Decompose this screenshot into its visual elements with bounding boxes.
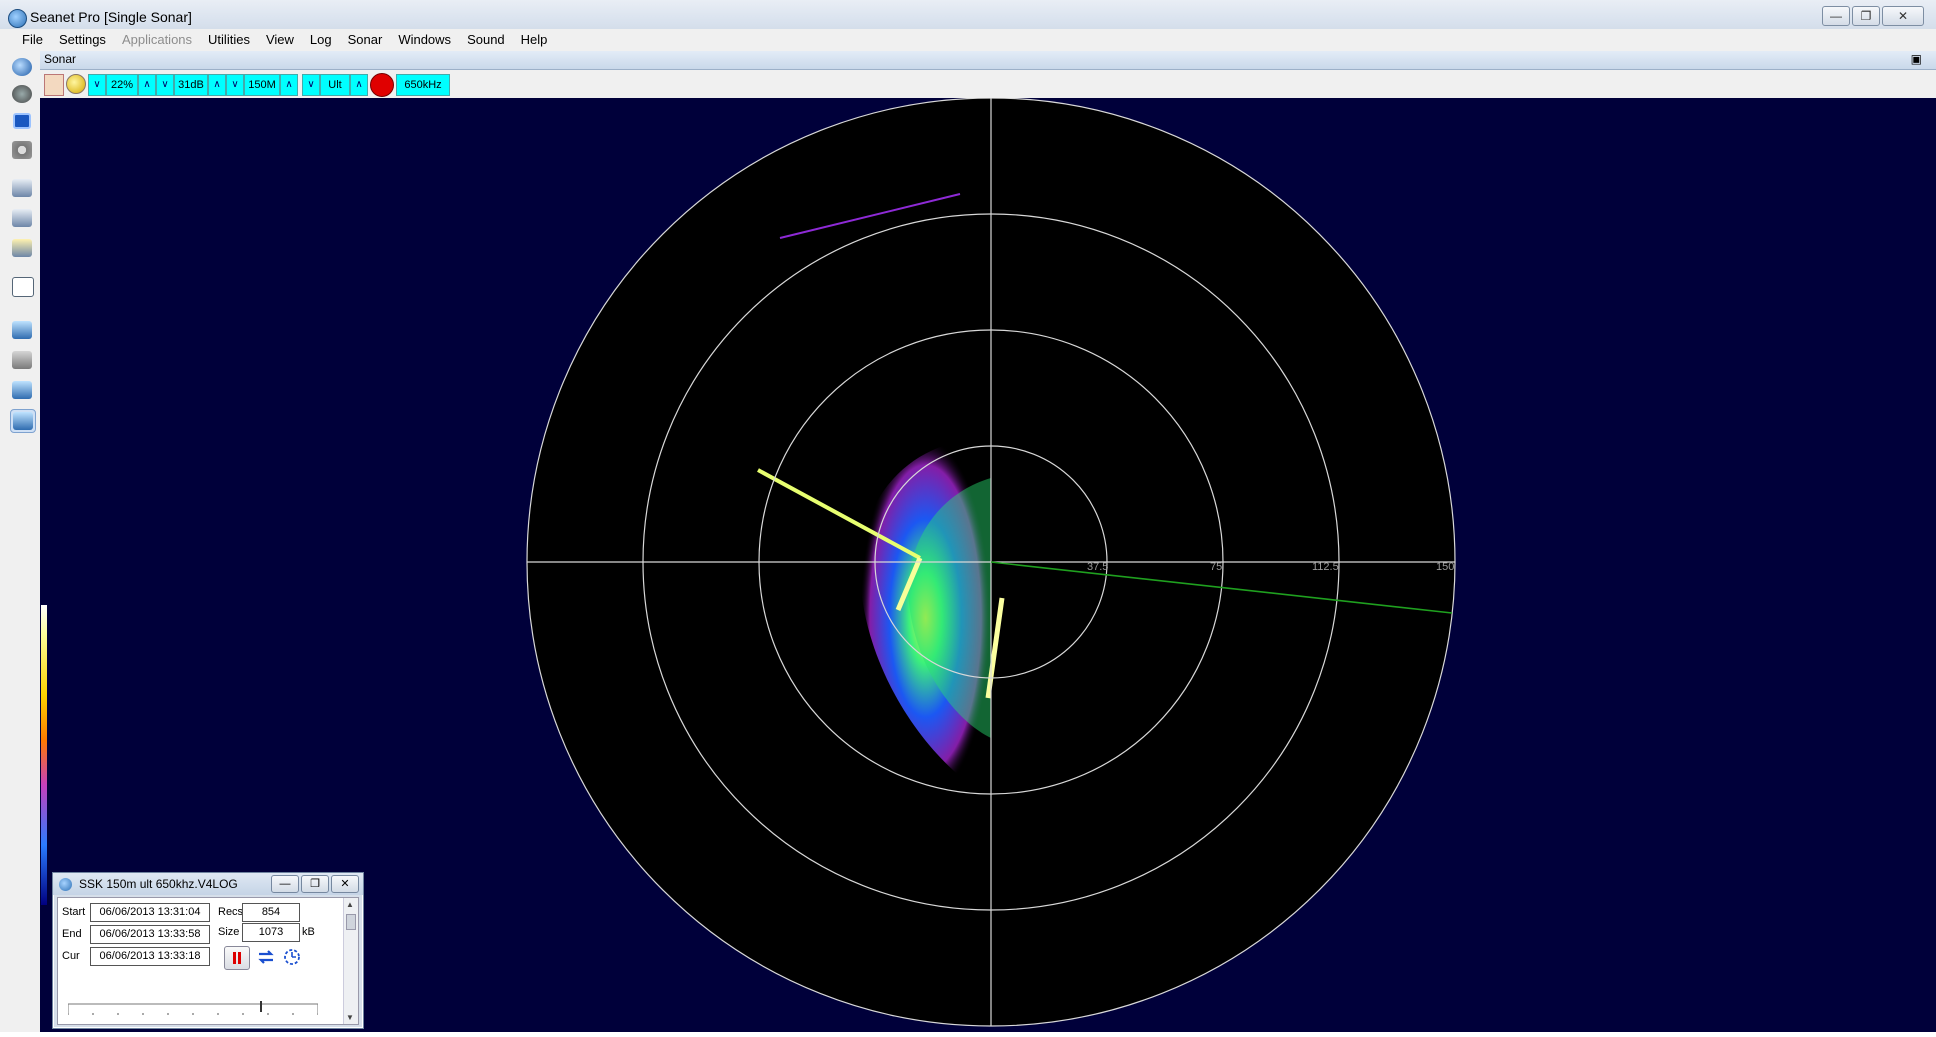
- end-label: End: [62, 928, 82, 940]
- frequency-value[interactable]: 650kHz: [396, 74, 450, 96]
- monitor-icon: [12, 351, 32, 369]
- cur-label: Cur: [62, 950, 80, 962]
- scroll-down-icon[interactable]: ▼: [346, 1013, 354, 1022]
- menu-settings[interactable]: Settings: [51, 31, 114, 49]
- pin-icon[interactable]: ▣: [1911, 52, 1922, 66]
- monitor-button-4[interactable]: [10, 409, 36, 433]
- log-close-button[interactable]: ✕: [331, 875, 359, 893]
- window-layout-button[interactable]: [10, 275, 34, 297]
- menu-bar: File Settings Applications Utilities Vie…: [0, 29, 1936, 51]
- intensity-color-bar: [41, 605, 47, 905]
- settings-icon: [12, 141, 32, 159]
- mode-down-button[interactable]: ∨: [302, 74, 320, 96]
- transducer-button[interactable]: [44, 74, 64, 96]
- log-window-title: SSK 150m ult 650khz.V4LOG: [79, 877, 238, 891]
- window-controls: — ❐ ✕: [1822, 6, 1924, 26]
- monitor-button-2[interactable]: [10, 349, 34, 371]
- play-icon: [12, 85, 32, 103]
- scroll-up-icon[interactable]: ▲: [346, 900, 354, 909]
- timer-button[interactable]: [280, 946, 304, 968]
- bulb-icon[interactable]: [66, 74, 86, 94]
- ring-label-1: 37.5: [1087, 561, 1108, 573]
- monitor-button-1[interactable]: [10, 319, 34, 341]
- size-field: 1073: [242, 923, 300, 942]
- contrast-value[interactable]: 31dB: [174, 74, 208, 96]
- loop-icon: [258, 950, 274, 964]
- loop-button[interactable]: [254, 946, 278, 968]
- log-window-titlebar[interactable]: SSK 150m ult 650khz.V4LOG — ❐ ✕: [53, 873, 363, 895]
- mode-up-button[interactable]: ∧: [350, 74, 368, 96]
- recs-field: 854: [242, 903, 300, 922]
- menu-view[interactable]: View: [258, 31, 302, 49]
- print-button-3[interactable]: [10, 237, 34, 259]
- range-down-button[interactable]: ∨: [226, 74, 244, 96]
- recs-label: Recs: [218, 906, 244, 918]
- menu-sonar[interactable]: Sonar: [340, 31, 391, 49]
- ring-label-2: 75: [1210, 561, 1222, 573]
- seanet-app-icon: [8, 9, 27, 28]
- end-time-field: 06/06/2013 13:33:58: [90, 925, 210, 944]
- stop-icon: [13, 113, 31, 129]
- range-up-button[interactable]: ∧: [280, 74, 298, 96]
- window-icon: [12, 277, 34, 297]
- gain-value[interactable]: 22%: [106, 74, 138, 96]
- monitor-icon: [12, 381, 32, 399]
- monitor-icon: [13, 412, 33, 430]
- menu-applications[interactable]: Applications: [114, 31, 200, 49]
- pause-button[interactable]: [224, 946, 250, 970]
- record-button[interactable]: [370, 73, 394, 97]
- print-icon: [12, 239, 32, 257]
- size-label: Size: [218, 926, 240, 938]
- print-button-2[interactable]: [10, 207, 34, 229]
- settings-button[interactable]: [10, 139, 34, 161]
- menu-sound[interactable]: Sound: [459, 31, 513, 49]
- playback-slider[interactable]: [67, 1000, 319, 1016]
- pause-icon: [233, 952, 241, 964]
- print-icon: [12, 209, 32, 227]
- current-time-field: 06/06/2013 13:33:18: [90, 947, 210, 966]
- log-playback-window: SSK 150m ult 650khz.V4LOG — ❐ ✕ Start 06…: [52, 872, 364, 1029]
- seanet-icon: [12, 58, 32, 76]
- gain-up-button[interactable]: ∧: [138, 74, 156, 96]
- mode-value[interactable]: Ult: [320, 74, 350, 96]
- gain-down-button[interactable]: ∨: [88, 74, 106, 96]
- left-toolbar: [0, 51, 41, 1032]
- contrast-up-button[interactable]: ∧: [208, 74, 226, 96]
- sonar-panel-header: Sonar ▣: [40, 51, 1936, 70]
- log-maximize-button[interactable]: ❐: [301, 875, 329, 893]
- playback-track: [67, 1001, 319, 1015]
- range-value[interactable]: 150M: [244, 74, 280, 96]
- window-title: Seanet Pro [Single Sonar]: [30, 9, 192, 25]
- log-minimize-button[interactable]: —: [271, 875, 299, 893]
- close-button[interactable]: ✕: [1882, 6, 1924, 26]
- start-label: Start: [62, 906, 86, 918]
- size-unit: kB: [302, 926, 315, 938]
- maximize-button[interactable]: ❐: [1852, 6, 1880, 26]
- log-scrollbar[interactable]: ▲ ▼: [343, 898, 358, 1024]
- log-window-body: Start 06/06/2013 13:31:04 End 06/06/2013…: [57, 897, 359, 1025]
- print-button-1[interactable]: [10, 177, 34, 199]
- contrast-down-button[interactable]: ∨: [156, 74, 174, 96]
- scroll-thumb[interactable]: [346, 914, 356, 930]
- print-icon: [12, 179, 32, 197]
- monitor-button-3[interactable]: [10, 379, 34, 401]
- menu-file[interactable]: File: [14, 31, 51, 49]
- menu-utilities[interactable]: Utilities: [200, 31, 258, 49]
- panel-title: Sonar: [44, 52, 77, 66]
- sonar-toolbar: ∨ 22% ∧ ∨ 31dB ∧ ∨ 150M ∧ ∨ Ult ∧ 650kHz: [40, 70, 1936, 99]
- seanet-log-icon: [59, 878, 72, 891]
- menu-log[interactable]: Log: [302, 31, 340, 49]
- connect-button[interactable]: [10, 56, 34, 78]
- ring-label-4: 150: [1436, 561, 1454, 573]
- start-time-field: 06/06/2013 13:31:04: [90, 903, 210, 922]
- menu-windows[interactable]: Windows: [390, 31, 459, 49]
- stop-button[interactable]: [10, 110, 34, 132]
- monitor-icon: [12, 321, 32, 339]
- minimize-button[interactable]: —: [1822, 6, 1850, 26]
- menu-help[interactable]: Help: [513, 31, 556, 49]
- play-button[interactable]: [10, 83, 34, 105]
- clock-icon: [284, 949, 300, 965]
- ring-label-3: 112.5: [1312, 561, 1339, 573]
